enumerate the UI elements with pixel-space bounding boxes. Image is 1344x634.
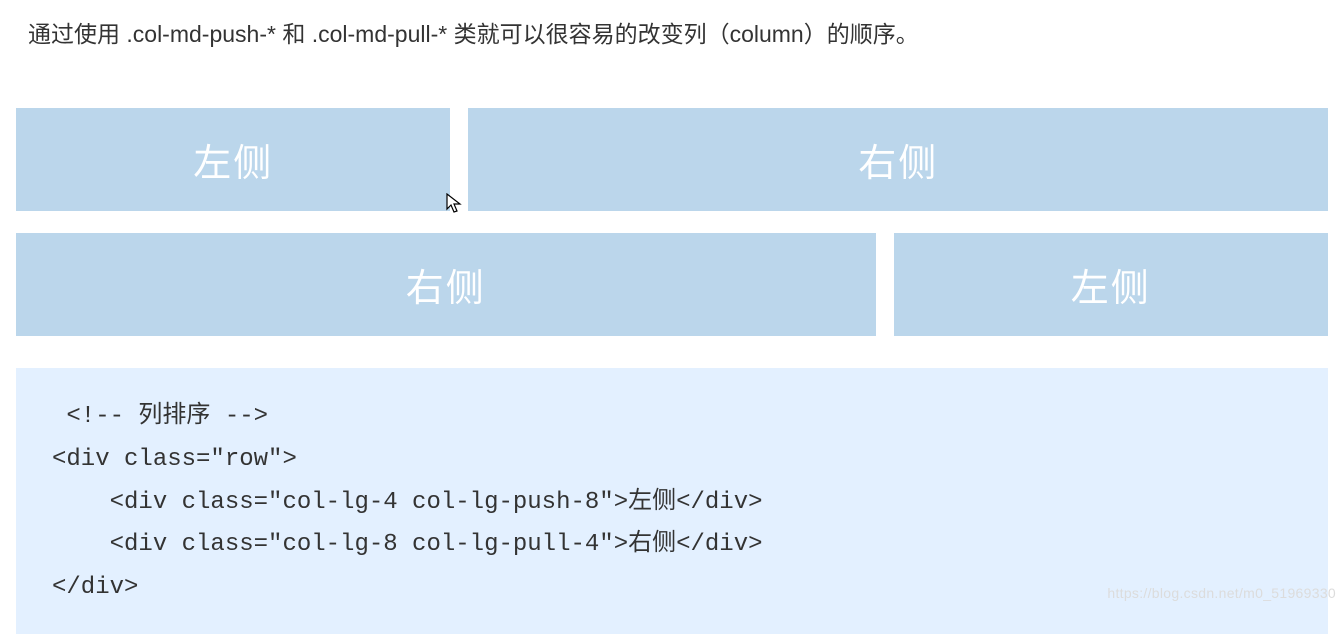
watermark-text: https://blog.csdn.net/m0_51969330 (1107, 585, 1336, 601)
code-line: <div class="row"> (52, 446, 297, 473)
code-line: <div class="col-lg-8 col-lg-pull-4">右侧</… (52, 531, 763, 558)
demo-row-2: 右侧 左侧 (16, 233, 1328, 336)
demo-col-right-2: 右侧 (16, 233, 876, 336)
demo-col-left-2: 左侧 (894, 233, 1328, 336)
code-line: </div> (52, 574, 138, 601)
code-line: <!-- 列排序 --> (52, 403, 268, 430)
code-line: <div class="col-lg-4 col-lg-push-8">左侧</… (52, 489, 763, 516)
demo-col-left-1: 左侧 (16, 108, 450, 211)
description-text: 通过使用 .col-md-push-* 和 .col-md-pull-* 类就可… (0, 0, 1344, 50)
demo-row-1: 左侧 右侧 (16, 108, 1328, 211)
demo-col-right-1: 右侧 (468, 108, 1328, 211)
grid-demo-area: 左侧 右侧 右侧 左侧 (0, 108, 1344, 336)
